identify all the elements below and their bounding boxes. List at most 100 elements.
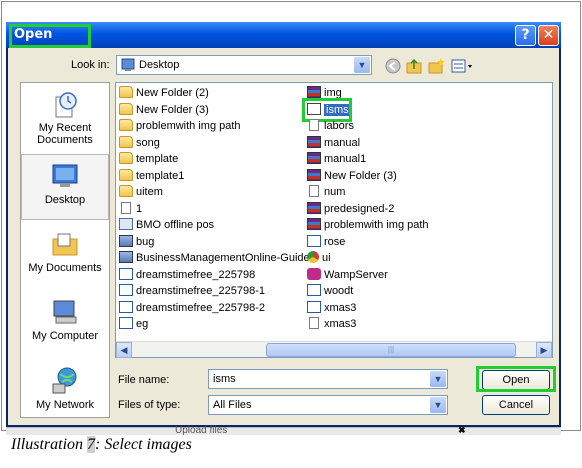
file-type-select[interactable]: All Files ▼ <box>208 395 448 415</box>
file-name: problemwith img path <box>136 120 241 132</box>
up-folder-icon[interactable] <box>405 57 423 75</box>
file-item[interactable]: woodt <box>307 283 353 299</box>
file-item[interactable]: manual1 <box>307 151 366 167</box>
place-desktop[interactable]: Desktop <box>21 154 109 220</box>
file-name: ui <box>322 252 331 264</box>
chevron-down-icon[interactable]: ▼ <box>430 371 446 387</box>
upload-files-label: Upload files <box>175 425 228 436</box>
file-name: song <box>136 136 160 149</box>
folder-icon <box>119 102 133 115</box>
file-name: rose <box>324 235 346 248</box>
file-type-label: Files of type: <box>118 399 181 411</box>
file-name: dreamstimefree_225798-2 <box>136 301 266 314</box>
look-in-label: Look in: <box>71 59 110 71</box>
open-button-highlight <box>476 366 556 392</box>
doc-icon <box>309 317 319 329</box>
horizontal-scrollbar[interactable]: ◀ ||| ▶ <box>116 341 552 358</box>
wx-icon <box>307 300 321 313</box>
file-item[interactable]: rose <box>307 234 345 250</box>
cancel-button[interactable]: Cancel <box>482 395 550 415</box>
file-item[interactable]: dreamstimefree_225798 <box>119 267 255 283</box>
file-item[interactable]: num <box>307 184 345 200</box>
look-in-value: Desktop <box>139 59 180 71</box>
scroll-left-icon[interactable]: ◀ <box>116 342 132 358</box>
file-item[interactable]: dreamstimefree_225798-2 <box>119 300 265 316</box>
place-my-network[interactable]: My Network <box>21 366 109 411</box>
file-name: dreamstimefree_225798 <box>136 268 256 281</box>
file-item[interactable]: ui <box>307 250 331 266</box>
wx-icon <box>119 284 133 296</box>
file-list[interactable]: New Folder (2) New Folder (3) problemwith … <box>115 82 553 358</box>
file-name: labors <box>324 120 354 132</box>
place-my-computer[interactable]: My Computer <box>21 297 109 342</box>
file-name: WampServer <box>324 268 388 281</box>
doc-icon <box>309 119 319 131</box>
place-my-documents[interactable]: My Documents <box>21 229 109 274</box>
chevron-down-icon[interactable]: ▼ <box>430 397 446 413</box>
folder-icon <box>119 119 133 131</box>
help-button[interactable]: ? <box>515 25 536 46</box>
chevron-down-icon[interactable]: ▼ <box>354 57 370 73</box>
rar-icon <box>307 135 321 148</box>
recent-documents-icon <box>55 92 77 118</box>
file-item[interactable]: BusinessManagementOnline-Guide <box>119 250 310 266</box>
file-item[interactable]: template1 <box>119 168 184 184</box>
views-menu-icon[interactable] <box>450 57 474 75</box>
file-name: predesigned-2 <box>324 202 395 215</box>
caption-prefix: Illustration <box>11 436 88 453</box>
file-item[interactable]: BMO offline pos <box>119 217 214 233</box>
file-name-label: File name: <box>118 374 170 386</box>
file-item[interactable]: uitem <box>119 184 163 200</box>
caption-suffix: : Select images <box>95 436 192 453</box>
file-type-value: All Files <box>213 399 252 411</box>
file-item[interactable]: template <box>119 151 178 167</box>
file-name: manual1 <box>324 153 367 165</box>
img-icon <box>119 251 133 263</box>
file-name: New Folder (3) <box>324 169 397 182</box>
file-name-input[interactable]: isms ▼ <box>208 369 448 389</box>
strip-close-icon[interactable]: ✖ <box>458 425 466 436</box>
file-item[interactable]: bug <box>119 234 154 250</box>
folder-icon <box>119 185 133 197</box>
file-item[interactable]: dreamstimefree_225798-1 <box>119 283 265 299</box>
place-label: My Computer <box>31 330 99 342</box>
my-computer-icon <box>53 300 77 324</box>
place-label: My Recent Documents <box>37 122 93 146</box>
file-item[interactable]: New Folder (2) <box>119 85 209 101</box>
file-name: manual <box>324 136 361 149</box>
folder-icon <box>119 86 133 98</box>
new-folder-icon[interactable] <box>427 57 445 75</box>
file-item[interactable]: labors <box>307 118 354 134</box>
file-name: bug <box>136 235 155 248</box>
file-item[interactable]: xmas3 <box>307 300 356 316</box>
rar-icon <box>307 218 321 230</box>
file-item[interactable]: song <box>119 135 160 151</box>
back-icon[interactable] <box>384 57 402 75</box>
close-button[interactable]: ✕ <box>538 25 559 46</box>
place-label: My Network <box>35 399 95 411</box>
file-item[interactable]: New Folder (3) <box>307 168 397 184</box>
prog-icon <box>119 218 133 230</box>
file-item[interactable]: 1 <box>119 201 142 217</box>
file-item[interactable]: predesigned-2 <box>307 201 394 217</box>
place-recent-documents[interactable]: My Recent Documents <box>21 89 109 146</box>
doc-icon <box>121 201 131 214</box>
desktop-icon <box>121 58 135 71</box>
file-name: BusinessManagementOnline-Guide <box>136 252 310 264</box>
my-documents-icon <box>52 233 78 256</box>
rar-icon <box>307 152 321 164</box>
scroll-thumb[interactable]: ||| <box>266 343 516 357</box>
file-item[interactable]: WampServer <box>307 267 388 283</box>
file-item[interactable]: New Folder (3) <box>119 102 209 118</box>
file-name: woodt <box>324 285 354 297</box>
file-item[interactable]: manual <box>307 135 360 151</box>
scroll-right-icon[interactable]: ▶ <box>536 342 552 358</box>
file-item[interactable]: eg <box>119 316 148 332</box>
file-item[interactable]: xmas3 <box>307 316 356 332</box>
file-item[interactable]: problemwith img path <box>307 217 429 233</box>
title-highlight <box>9 24 91 48</box>
file-item[interactable]: problemwith img path <box>119 118 241 134</box>
look-in-dropdown[interactable]: Desktop ▼ <box>116 55 372 75</box>
file-name: eg <box>136 318 149 330</box>
file-name: uitem <box>136 186 163 198</box>
